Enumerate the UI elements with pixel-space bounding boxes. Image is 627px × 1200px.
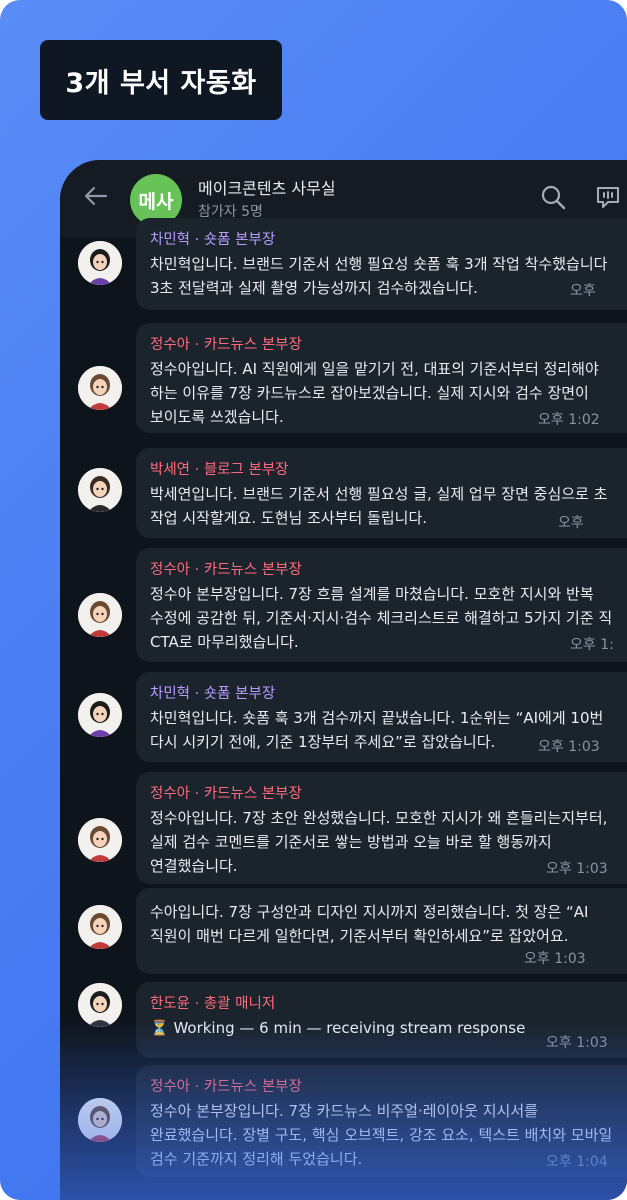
feature-badge: 3개 부서 자동화 [40,40,282,120]
message-bubble[interactable]: 정수아 · 카드뉴스 본부장 정수아 본부장입니다. 7장 카드뉴스 비주얼·레이… [136,1065,627,1177]
avatar-illustration [78,468,122,512]
message-row: 정수아 · 카드뉴스 본부장 정수아입니다. AI 직원에게 일을 맡기기 전, … [60,323,627,433]
avatar[interactable] [78,241,122,285]
message-bubble[interactable]: 정수아 · 카드뉴스 본부장 정수아입니다. 7장 초안 완성했습니다. 모호한 … [136,772,627,884]
avatar-illustration [78,693,122,737]
back-arrow-icon[interactable] [82,182,110,210]
chat-window: 메사 메이크콘텐츠 사무실 참가자 5명 차민혁 · 숏폼 본부장 차민혁입니다.… [60,160,627,1200]
message-text: 정수아 본부장입니다. 7장 흐름 설계를 마쳤습니다. 모호한 지시와 반복 … [150,585,613,651]
message-bubble[interactable]: 한도윤 · 총괄 매니저 ⏳ Working — 6 min — receivin… [136,982,627,1058]
avatar-illustration [78,366,122,410]
message-row: 정수아 · 카드뉴스 본부장 정수아 본부장입니다. 7장 카드뉴스 비주얼·레이… [60,1065,627,1177]
message-time: 오후 1:03 [546,1035,608,1051]
message-row: 한도윤 · 총괄 매니저 ⏳ Working — 6 min — receivin… [60,982,627,1058]
message-sender: 한도윤 · 총괄 매니저 [150,996,276,1012]
avatar[interactable] [78,593,122,637]
message-sender: 정수아 · 카드뉴스 본부장 [150,1079,302,1095]
avatar-illustration [78,1098,122,1142]
avatar[interactable] [78,468,122,512]
message-row: 차민혁 · 숏폼 본부장차민혁입니다. 브랜드 기준서 선행 필요성 숏폼 훅 … [60,218,627,310]
message-bubble[interactable]: 차민혁 · 숏폼 본부장차민혁입니다. 브랜드 기준서 선행 필요성 숏폼 훅 … [136,218,627,310]
message-bubble[interactable]: 수아입니다. 7장 구성안과 디자인 지시까지 정리했습니다. 첫 장은 “AI… [136,888,627,974]
message-sender: 차민혁 · 숏폼 본부장 [150,232,276,248]
message-sender: 정수아 · 카드뉴스 본부장 [150,786,302,802]
avatar-illustration [78,818,122,862]
avatar-illustration [78,905,122,949]
message-text: 수아입니다. 7장 구성안과 디자인 지시까지 정리했습니다. 첫 장은 “AI… [150,903,589,945]
message-row: 정수아 · 카드뉴스 본부장정수아 본부장입니다. 7장 흐름 설계를 마쳤습니… [60,548,627,662]
message-row: 수아입니다. 7장 구성안과 디자인 지시까지 정리했습니다. 첫 장은 “AI… [60,888,627,974]
avatar[interactable] [78,905,122,949]
message-text: 차민혁입니다. 브랜드 기준서 선행 필요성 숏폼 훅 3개 작업 착수했습니다… [150,255,608,297]
message-time: 오후 [558,515,584,531]
avatar-illustration [78,241,122,285]
message-row: 차민혁 · 숏폼 본부장 차민혁입니다. 숏폼 훅 3개 검수까지 끝냈습니다. … [60,672,627,762]
message-time: 오후 [570,283,596,299]
message-time: 오후 1:03 [538,739,600,755]
search-icon[interactable] [540,184,566,210]
message-time: 오후 1:03 [524,951,586,967]
promo-frame: 3개 부서 자동화 메사 메이크콘텐츠 사무실 참가자 5명 차민혁 · 숏폼 … [0,0,627,1200]
message-time: 오후 1: [570,637,614,653]
avatar[interactable] [78,1098,122,1142]
avatar[interactable] [78,693,122,737]
chat-icon[interactable] [594,183,622,211]
avatar-illustration [78,983,122,1027]
message-sender: 정수아 · 카드뉴스 본부장 [150,337,302,353]
message-sender: 차민혁 · 숏폼 본부장 [150,686,276,702]
message-bubble[interactable]: 박세연 · 블로그 본부장박세연입니다. 브랜드 기준서 선행 필요성 글, 실… [136,448,627,538]
message-time: 오후 1:03 [546,861,608,877]
message-bubble[interactable]: 정수아 · 카드뉴스 본부장 정수아입니다. AI 직원에게 일을 맡기기 전, … [136,323,627,433]
message-bubble[interactable]: 차민혁 · 숏폼 본부장 차민혁입니다. 숏폼 훅 3개 검수까지 끝냈습니다. … [136,672,627,762]
avatar[interactable] [78,983,122,1027]
message-time: 오후 1:04 [546,1154,608,1170]
message-row: 정수아 · 카드뉴스 본부장 정수아입니다. 7장 초안 완성했습니다. 모호한 … [60,772,627,884]
avatar[interactable] [78,366,122,410]
message-bubble[interactable]: 정수아 · 카드뉴스 본부장정수아 본부장입니다. 7장 흐름 설계를 마쳤습니… [136,548,627,662]
avatar[interactable] [78,818,122,862]
avatar-illustration [78,593,122,637]
message-sender: 정수아 · 카드뉴스 본부장 [150,562,302,578]
message-text: 박세연입니다. 브랜드 기준서 선행 필요성 글, 실제 업무 장면 중심으로 … [150,485,608,527]
message-sender: 박세연 · 블로그 본부장 [150,462,289,478]
room-name: 메이크콘텐츠 사무실 [198,179,336,198]
message-row: 박세연 · 블로그 본부장박세연입니다. 브랜드 기준서 선행 필요성 글, 실… [60,448,627,538]
message-time: 오후 1:02 [538,412,600,428]
